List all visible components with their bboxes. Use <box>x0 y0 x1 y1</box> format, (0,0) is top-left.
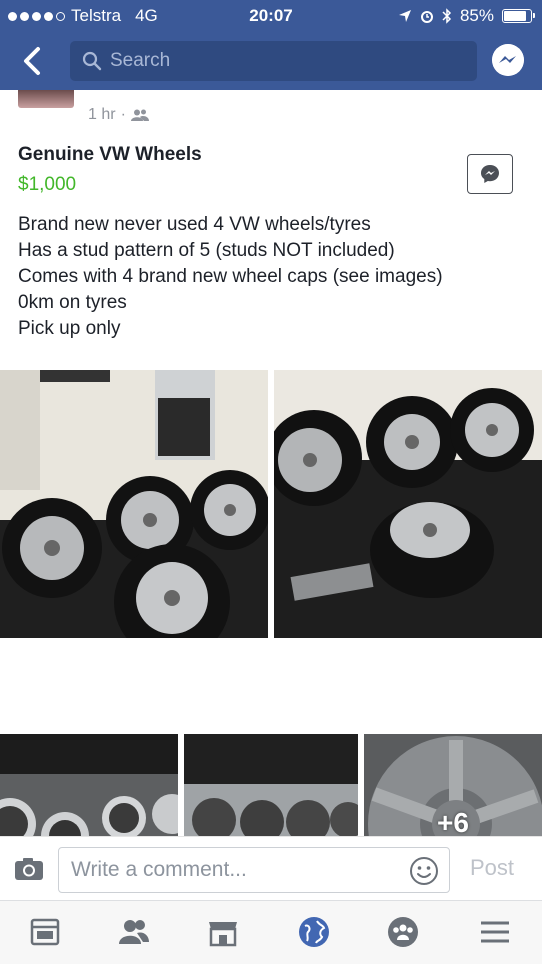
post-meta: 1 hr · <box>88 106 149 124</box>
search-placeholder: Search <box>110 50 171 71</box>
post-time: 1 hr <box>88 106 116 123</box>
notifications-globe-icon[interactable] <box>297 915 331 949</box>
post-comment-button[interactable]: Post <box>470 855 514 881</box>
comment-bar: Write a comment... Post <box>0 836 542 900</box>
comment-input[interactable]: Write a comment... <box>58 847 450 893</box>
description-line: Comes with 4 brand new wheel caps (see i… <box>18 266 443 287</box>
more-photos-tile[interactable]: +6 <box>364 734 542 836</box>
messenger-outline-icon <box>481 165 499 183</box>
description-line: Brand new never used 4 VW wheels/tyres <box>18 214 371 235</box>
groups-icon[interactable] <box>386 915 420 949</box>
top-nav-bar: Search <box>0 32 542 90</box>
friends-audience-icon <box>130 109 149 121</box>
description-line: Has a stud pattern of 5 (studs NOT inclu… <box>18 240 395 261</box>
bluetooth-icon <box>442 8 452 24</box>
listing-description: Brand new never used 4 VW wheels/tyres H… <box>18 212 443 342</box>
listing-photo[interactable] <box>274 370 542 638</box>
feed-icon[interactable] <box>28 915 62 949</box>
status-bar: Telstra 4G 20:07 85% <box>0 0 542 32</box>
menu-icon[interactable] <box>478 915 512 949</box>
battery-icon <box>502 9 535 23</box>
listing-photo[interactable] <box>0 734 178 836</box>
messenger-icon[interactable] <box>492 44 524 76</box>
listing-title: Genuine VW Wheels <box>18 144 202 165</box>
post-detail: 1 hr · Genuine VW Wheels $1,000 Brand ne… <box>0 90 542 836</box>
more-photos-count: +6 <box>437 807 469 836</box>
bottom-tab-bar <box>0 900 542 964</box>
alarm-icon <box>420 11 433 23</box>
marketplace-icon[interactable] <box>206 915 240 949</box>
comment-placeholder: Write a comment... <box>71 858 247 881</box>
back-arrow-icon[interactable] <box>18 44 48 78</box>
search-icon <box>82 51 102 71</box>
camera-icon[interactable] <box>14 857 44 881</box>
location-arrow-icon <box>398 10 411 22</box>
description-line: 0km on tyres <box>18 292 127 313</box>
listing-price: $1,000 <box>18 174 77 195</box>
emoji-icon[interactable] <box>409 856 439 886</box>
battery-percent: 85% <box>459 6 494 25</box>
search-input[interactable]: Search <box>70 41 477 81</box>
seller-avatar[interactable] <box>18 90 74 108</box>
listing-photo[interactable] <box>184 734 358 836</box>
message-seller-button[interactable] <box>467 154 513 194</box>
friends-icon[interactable] <box>117 915 151 949</box>
description-line: Pick up only <box>18 318 121 339</box>
listing-photo[interactable] <box>0 370 268 638</box>
